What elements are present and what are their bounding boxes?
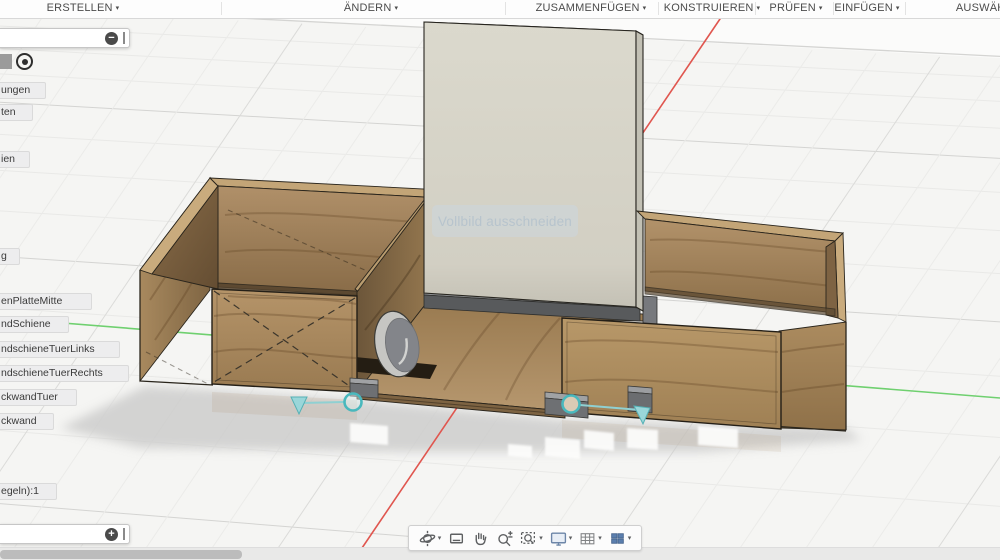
- menu-item-erstellen[interactable]: ERSTELLEN▾: [47, 0, 120, 18]
- menu-item-ändern[interactable]: ÄNDERN▾: [344, 0, 398, 18]
- scrollbar-thumb[interactable]: [0, 550, 242, 559]
- browser-label[interactable]: ien: [0, 151, 30, 168]
- dropdown-caret: ▾: [438, 534, 442, 542]
- model-back-panel[interactable]: [424, 22, 643, 311]
- browser-label[interactable]: ckwandTuer: [0, 389, 77, 406]
- browser-label[interactable]: egeln):1: [0, 483, 57, 500]
- snip-tool-overlay: Vollbild ausschneiden: [432, 205, 578, 237]
- viewports-button[interactable]: ▾: [606, 530, 635, 547]
- browser-label[interactable]: ndschieneTuerRechts: [0, 365, 129, 382]
- browser-label[interactable]: ckwand: [0, 413, 54, 430]
- menubar-separator: [833, 2, 834, 15]
- text-cursor: [123, 528, 125, 540]
- expand-button[interactable]: +: [105, 528, 118, 541]
- menubar-separator: [505, 2, 506, 15]
- menu-item-konstruieren[interactable]: KONSTRUIEREN▾: [664, 0, 761, 18]
- fusion360-window: { "menubar": { "caret": "▾", "items": [ …: [0, 0, 1000, 560]
- manipulator-handle: [345, 394, 362, 411]
- browser-label[interactable]: ten: [0, 104, 33, 121]
- menubar-separator: [221, 2, 222, 15]
- browser-label[interactable]: enPlatteMitte: [0, 293, 92, 310]
- display-settings-button[interactable]: ▾: [547, 530, 576, 547]
- orbit-button[interactable]: ▾: [416, 530, 445, 547]
- palette-icons: [0, 53, 33, 70]
- zoom-icon: [496, 530, 513, 547]
- collapse-button[interactable]: −: [105, 32, 118, 45]
- fit-icon: [520, 530, 537, 547]
- look-at-button[interactable]: [445, 530, 468, 547]
- fit-button[interactable]: ▾: [517, 530, 546, 547]
- browser-label[interactable]: ndSchiene: [0, 316, 69, 333]
- left-panel-header: −: [0, 28, 130, 48]
- manipulator-handle: [563, 396, 580, 413]
- grid-settings-icon: [579, 530, 596, 547]
- target-icon[interactable]: [16, 53, 33, 70]
- model-left-door[interactable]: [212, 289, 357, 392]
- browser-label[interactable]: ungen: [0, 82, 46, 99]
- dropdown-caret: ▾: [569, 534, 573, 542]
- snip-overlay-label: Vollbild ausschneiden: [438, 214, 572, 229]
- grid-settings-button[interactable]: ▾: [576, 530, 605, 547]
- dropdown-caret: ▾: [628, 534, 632, 542]
- menu-item-zusammenfügen[interactable]: ZUSAMMENFÜGEN▾: [536, 0, 647, 18]
- browser-label[interactable]: ndschieneTuerLinks: [0, 341, 120, 358]
- menu-item-auswählen[interactable]: AUSWÄHLEN▾: [956, 0, 1000, 18]
- menubar: ERSTELLEN▾ ÄNDERN▾ ZUSAMMENFÜGEN▾ KONSTRUIE…: [0, 0, 1000, 19]
- navigation-toolbar: ▾ ▾: [408, 525, 642, 551]
- dropdown-caret: ▾: [539, 534, 543, 542]
- menu-item-einfügen[interactable]: EINFÜGEN▾: [834, 0, 899, 18]
- pan-icon: [472, 530, 489, 547]
- menubar-separator: [658, 2, 659, 15]
- text-cursor: [123, 32, 125, 44]
- orbit-icon: [419, 530, 436, 547]
- menu-item-prüfen[interactable]: PRÜFEN▾: [769, 0, 822, 18]
- display-settings-icon: [550, 530, 567, 547]
- left-panel-footer: +: [0, 524, 130, 544]
- model-right-door[interactable]: [562, 318, 781, 429]
- viewports-icon: [609, 530, 626, 547]
- look-at-icon: [448, 530, 465, 547]
- dropdown-caret: ▾: [598, 534, 602, 542]
- pan-button[interactable]: [469, 530, 492, 547]
- menubar-separator: [755, 2, 756, 15]
- zoom-button[interactable]: [493, 530, 516, 547]
- viewport-canvas[interactable]: [0, 0, 1000, 560]
- menubar-separator: [905, 2, 906, 15]
- swatch-icon[interactable]: [0, 54, 12, 69]
- browser-label[interactable]: g: [0, 248, 20, 265]
